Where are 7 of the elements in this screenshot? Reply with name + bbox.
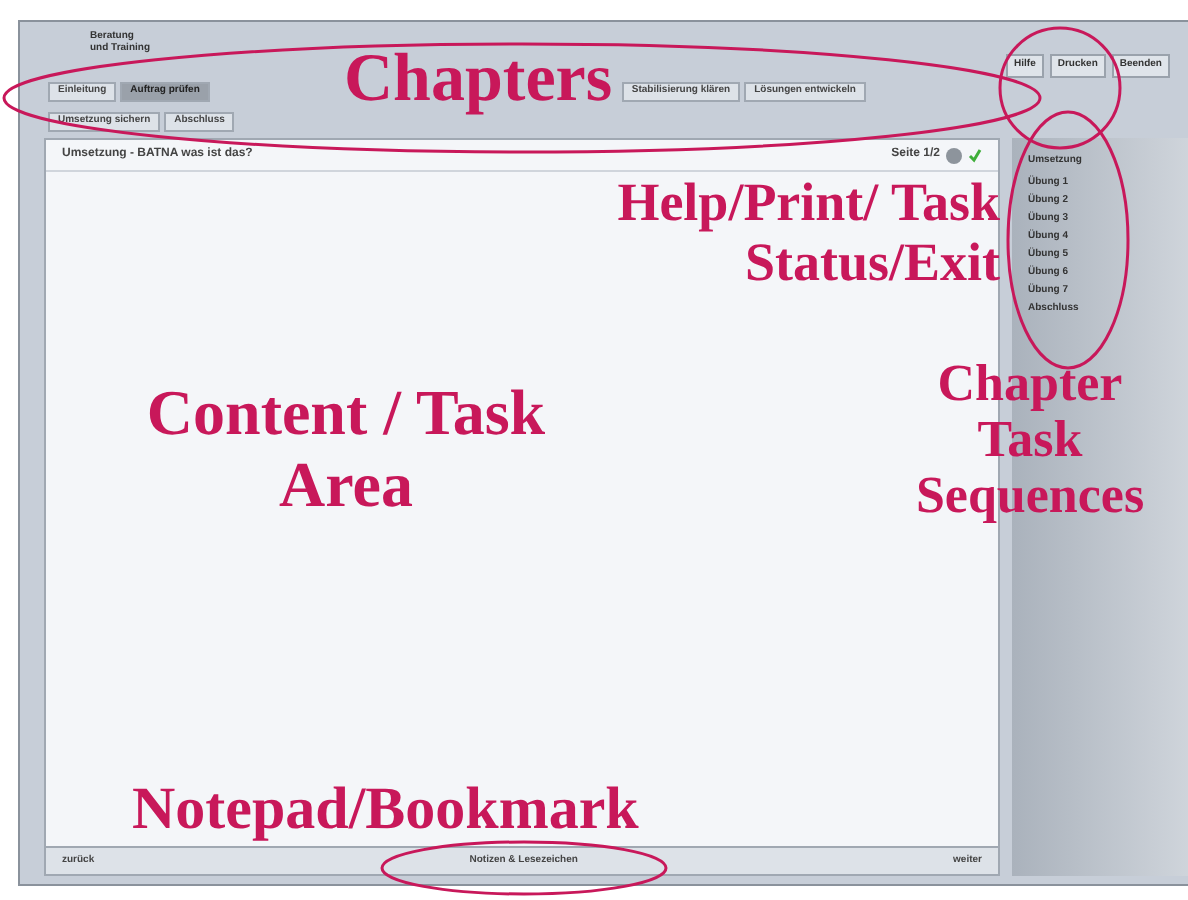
annotation-circle bbox=[998, 26, 1122, 150]
annotation-label: Content / Task Area bbox=[144, 376, 548, 520]
annotation-label: Chapter Task Sequences bbox=[913, 356, 1147, 524]
check-icon[interactable] bbox=[968, 147, 982, 163]
annotation-label: Chapters bbox=[344, 44, 613, 116]
annotation-label: Notepad/Bookmark bbox=[132, 776, 639, 844]
annotation-label: Help/Print/ Task Status/Exit bbox=[615, 172, 1000, 292]
